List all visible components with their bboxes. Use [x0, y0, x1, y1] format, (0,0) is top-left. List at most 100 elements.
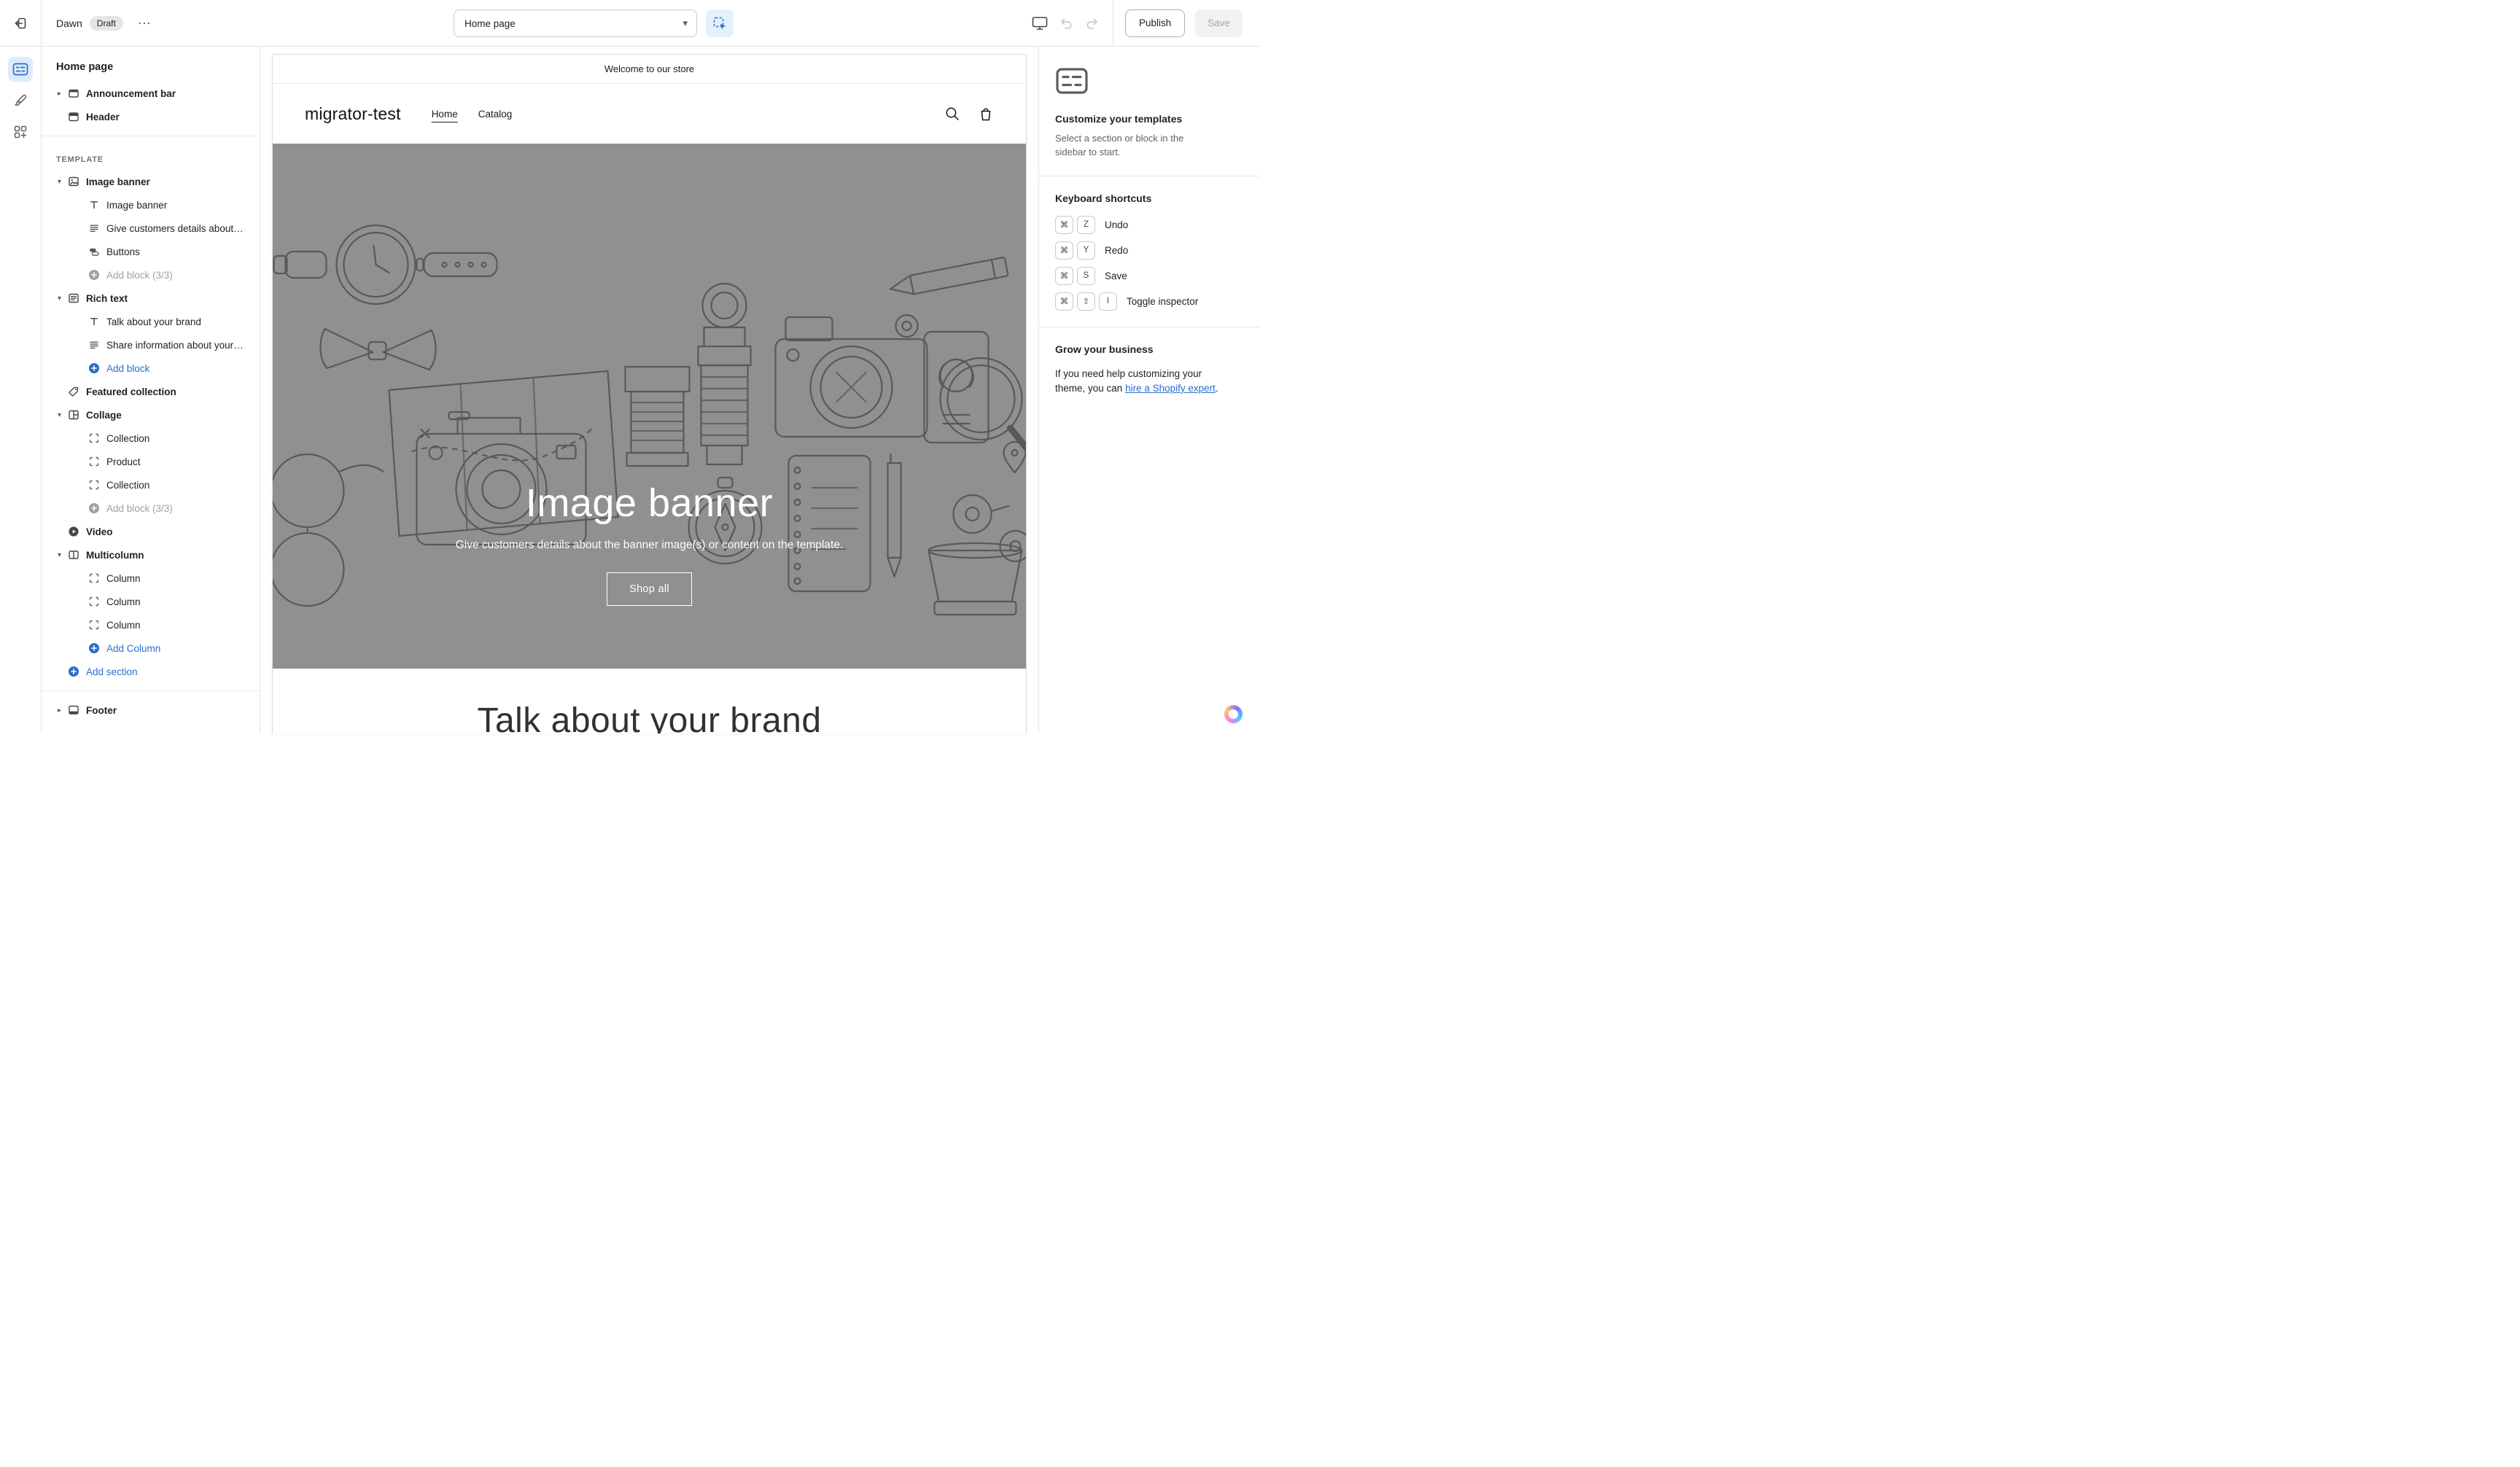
caret-right-icon[interactable]: ▸ [58, 90, 68, 98]
sidebar-item-collage[interactable]: ▾ Collage [42, 403, 260, 427]
block-frame-icon [88, 479, 100, 491]
rich-text-section[interactable]: Talk about your brand [273, 669, 1026, 734]
store-nav: Home Catalog [432, 109, 513, 120]
preview-inspector-toggle[interactable] [706, 9, 734, 37]
sidebar-add-block-rich-text[interactable]: Add block [42, 357, 260, 380]
announcement-bar[interactable]: Welcome to our store [273, 55, 1026, 84]
rail-app-embeds-button[interactable] [8, 120, 33, 144]
sidebar-add-column[interactable]: Add Column [42, 637, 260, 660]
block-frame-icon [88, 596, 100, 607]
search-icon[interactable] [944, 106, 960, 122]
chat-widget-button[interactable] [1224, 705, 1242, 723]
sidebar-item-featured-collection[interactable]: Featured collection [42, 380, 260, 403]
heading-icon [88, 316, 100, 327]
sidebar-block-buttons[interactable]: Buttons [42, 240, 260, 263]
inspector-title: Customize your templates [1055, 113, 1244, 125]
undo-icon [1059, 16, 1073, 31]
sidebar-item-footer[interactable]: ▸ Footer [42, 699, 260, 722]
key-cmd: ⌘ [1055, 216, 1073, 234]
desktop-icon [1032, 16, 1048, 31]
device-preview-button[interactable] [1027, 10, 1053, 36]
featured-collection-icon [68, 386, 79, 397]
sidebar-add-section[interactable]: Add section [42, 660, 260, 683]
sidebar-item-header[interactable]: Header [42, 105, 260, 128]
shop-all-button[interactable]: Shop all [607, 572, 692, 606]
store-logo[interactable]: migrator-test [305, 104, 401, 124]
paragraph-icon [88, 222, 100, 234]
sections-sidebar: Home page ▸ Announcement bar Header TEMP… [42, 47, 260, 734]
templates-icon [1055, 66, 1089, 96]
theme-preview-area: Welcome to our store migrator-test Home … [260, 47, 1038, 734]
redo-button[interactable] [1079, 10, 1105, 36]
caret-down-icon[interactable]: ▾ [58, 178, 68, 186]
caret-down-icon[interactable]: ▾ [58, 411, 68, 419]
key-cmd: ⌘ [1055, 292, 1073, 311]
cart-icon[interactable] [978, 106, 994, 122]
sidebar-block-column-3[interactable]: Column [42, 613, 260, 637]
rich-text-heading: Talk about your brand [273, 701, 1026, 734]
page-selector-dropdown[interactable]: Home page ▾ [454, 9, 697, 37]
sidebar-item-video[interactable]: Video [42, 520, 260, 543]
banner-heading: Image banner [526, 480, 773, 526]
sidebar-block-collage-product[interactable]: Product [42, 450, 260, 473]
grow-title: Grow your business [1055, 343, 1244, 355]
banner-subtext: Give customers details about the banner … [456, 539, 844, 552]
image-banner-section[interactable]: Image banner Give customers details abou… [273, 144, 1026, 669]
sidebar-item-rich-text[interactable]: ▾ Rich text [42, 287, 260, 310]
buttons-icon [88, 246, 100, 257]
key-cmd: ⌘ [1055, 267, 1073, 285]
rich-text-icon [68, 292, 79, 304]
hire-expert-link[interactable]: hire a Shopify expert [1125, 383, 1216, 394]
sidebar-block-collage-collection-1[interactable]: Collection [42, 427, 260, 450]
sidebar-item-image-banner[interactable]: ▾ Image banner [42, 170, 260, 193]
more-actions-button[interactable]: ⋯ [133, 14, 155, 33]
announcement-bar-icon [68, 87, 79, 99]
key-s: S [1077, 267, 1095, 285]
sidebar-item-multicolumn[interactable]: ▾ Multicolumn [42, 543, 260, 567]
publish-button[interactable]: Publish [1125, 9, 1185, 37]
video-icon [68, 526, 79, 537]
save-button[interactable]: Save [1195, 9, 1242, 37]
undo-button[interactable] [1053, 10, 1079, 36]
rail-theme-settings-button[interactable] [8, 88, 33, 113]
multicolumn-icon [68, 549, 79, 561]
block-frame-icon [88, 619, 100, 631]
paragraph-icon [88, 339, 100, 351]
nav-link-catalog[interactable]: Catalog [478, 109, 513, 120]
rail-sections-button[interactable] [8, 57, 33, 82]
caret-right-icon[interactable]: ▸ [58, 707, 68, 715]
chevron-down-icon: ▾ [682, 17, 688, 29]
caret-down-icon[interactable]: ▾ [58, 295, 68, 303]
sidebar-block-collage-collection-2[interactable]: Collection [42, 473, 260, 497]
sidebar-block-column-2[interactable]: Column [42, 590, 260, 613]
sidebar-block-image-banner-text[interactable]: Give customers details about… [42, 217, 260, 240]
apps-icon [13, 125, 28, 139]
block-frame-icon [88, 432, 100, 444]
sections-icon [12, 62, 28, 77]
block-frame-icon [88, 456, 100, 467]
exit-editor-button[interactable] [0, 0, 42, 46]
key-i: I [1099, 292, 1117, 311]
sidebar-block-rich-text-text[interactable]: Share information about your… [42, 333, 260, 357]
heading-icon [88, 199, 100, 211]
status-badge: Draft [90, 16, 123, 31]
key-shift: ⇧ [1077, 292, 1095, 311]
sidebar-add-block-image-banner: Add block (3/3) [42, 263, 260, 287]
sidebar-block-rich-text-heading[interactable]: Talk about your brand [42, 310, 260, 333]
banner-content: Image banner Give customers details abou… [273, 144, 1026, 669]
grow-text: If you need help customizing your theme,… [1055, 367, 1226, 397]
header-icon [68, 111, 79, 122]
sidebar-block-image-banner-heading[interactable]: Image banner [42, 193, 260, 217]
shortcut-toggle-inspector: ⌘ ⇧ I Toggle inspector [1055, 292, 1244, 311]
key-z: Z [1077, 216, 1095, 234]
redo-icon [1085, 16, 1100, 31]
caret-down-icon[interactable]: ▾ [58, 551, 68, 559]
theme-name: Dawn [56, 17, 82, 29]
sidebar-block-column-1[interactable]: Column [42, 567, 260, 590]
topbar: Dawn Draft ⋯ Home page ▾ [0, 0, 1260, 47]
image-icon [68, 176, 79, 187]
shortcut-redo: ⌘ Y Redo [1055, 241, 1244, 260]
sidebar-title: Home page [42, 55, 260, 82]
nav-link-home[interactable]: Home [432, 109, 458, 120]
sidebar-item-announcement-bar[interactable]: ▸ Announcement bar [42, 82, 260, 105]
